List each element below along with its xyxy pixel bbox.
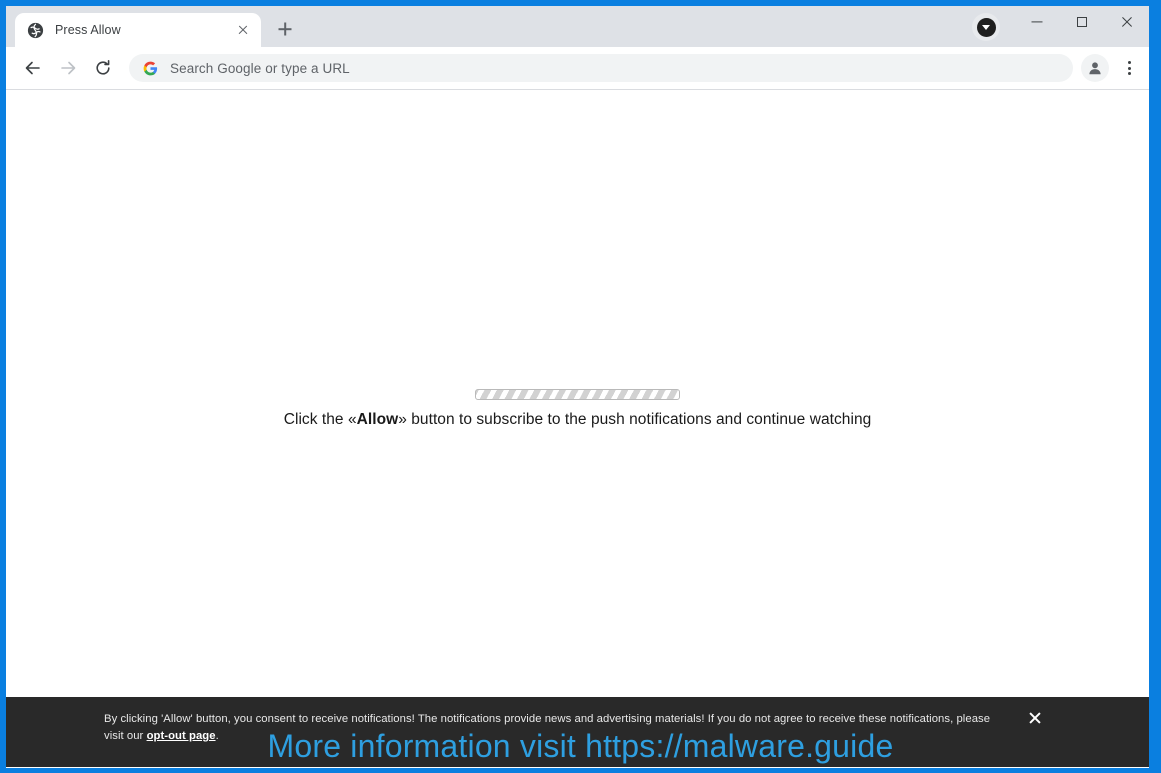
menu-dot <box>1127 72 1131 75</box>
page-content: Click the «Allow» button to subscribe to… <box>6 90 1149 767</box>
consent-banner-close-icon[interactable] <box>1024 707 1046 729</box>
tab-title: Press Allow <box>55 23 121 37</box>
google-g-icon <box>143 61 158 75</box>
screen-frame: Press Allow Search Google or type a URL … <box>0 0 1161 773</box>
reload-icon <box>96 60 110 75</box>
reload-button[interactable] <box>88 53 118 83</box>
address-bar[interactable]: Search Google or type a URL <box>129 54 1073 82</box>
consent-text-part1: By clicking 'Allow' button, you consent … <box>104 713 991 742</box>
browser-menu-button[interactable] <box>1115 53 1143 83</box>
consent-text-part2: . <box>215 730 219 742</box>
instruction-text-after: » button to subscribe to the push notifi… <box>398 411 872 428</box>
download-icon <box>976 17 996 37</box>
address-bar-placeholder: Search Google or type a URL <box>170 60 350 76</box>
menu-dot <box>1127 61 1131 64</box>
new-tab-button[interactable] <box>271 15 299 43</box>
download-indicator-button[interactable] <box>972 13 1000 41</box>
loading-progress-bar <box>475 389 680 400</box>
window-controls <box>1014 6 1149 47</box>
forward-button[interactable] <box>53 53 83 83</box>
tab-strip: Press Allow <box>6 6 1149 47</box>
browser-window: Press Allow Search Google or type a URL … <box>6 6 1149 768</box>
menu-dot <box>1127 66 1131 70</box>
window-close-button[interactable] <box>1104 6 1149 38</box>
tab-close-icon[interactable] <box>231 18 255 42</box>
tab-strip-spacer <box>299 46 972 47</box>
back-button[interactable] <box>18 53 48 83</box>
instruction-text-bold: Allow <box>356 411 399 428</box>
loader-block: Click the «Allow» button to subscribe to… <box>6 389 1149 429</box>
browser-tab[interactable]: Press Allow <box>15 13 261 47</box>
globe-icon <box>27 22 44 38</box>
consent-banner-text: By clicking 'Allow' button, you consent … <box>104 711 1004 745</box>
window-maximize-button[interactable] <box>1059 6 1104 38</box>
avatar-icon <box>1089 62 1101 75</box>
instruction-text-before: Click the « <box>283 411 357 428</box>
window-minimize-button[interactable] <box>1014 6 1059 38</box>
profile-button[interactable] <box>1081 54 1109 82</box>
arrow-left-icon <box>25 61 40 75</box>
opt-out-page-link[interactable]: opt-out page <box>147 730 216 742</box>
browser-toolbar: Search Google or type a URL <box>6 47 1149 90</box>
arrow-right-icon <box>61 61 76 75</box>
allow-instruction-text: Click the «Allow» button to subscribe to… <box>284 411 872 429</box>
consent-banner: By clicking 'Allow' button, you consent … <box>6 697 1149 767</box>
